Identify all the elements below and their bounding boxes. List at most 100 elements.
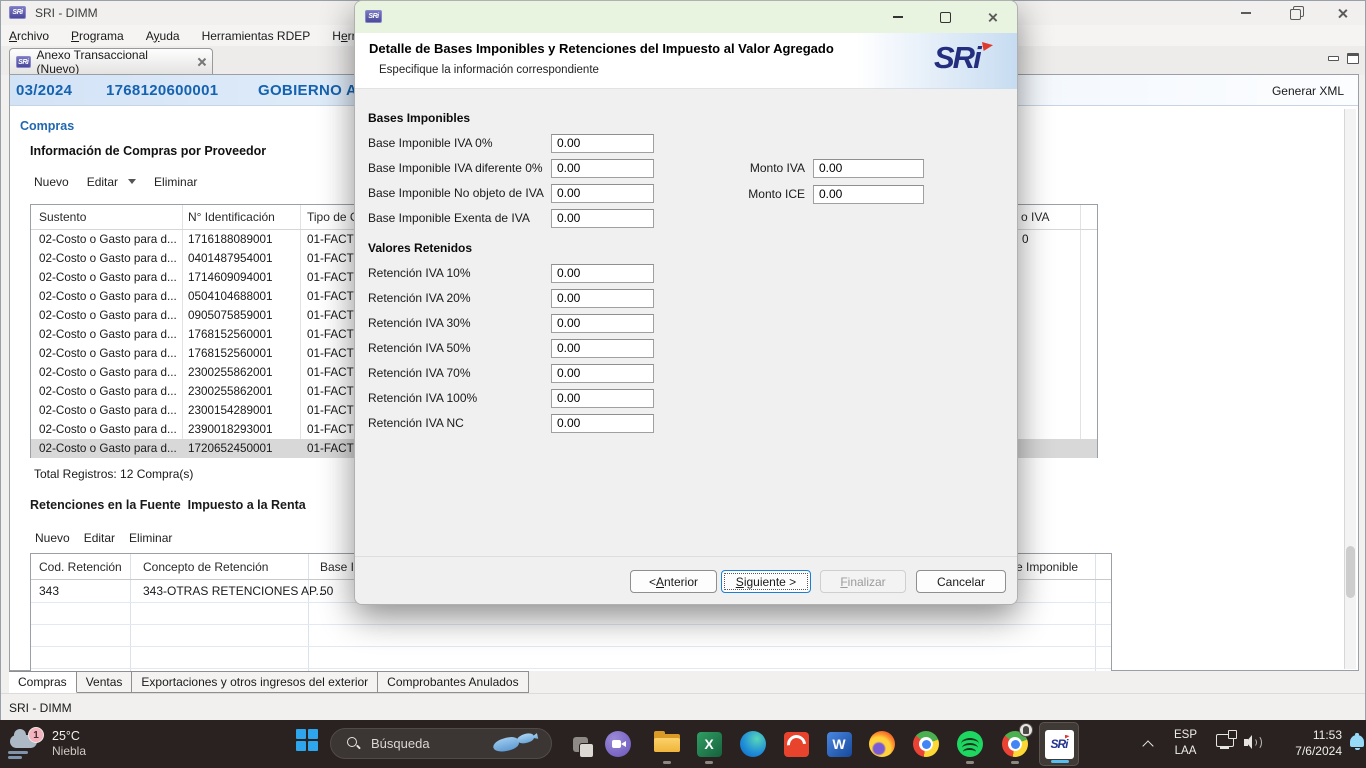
edge-button[interactable] <box>733 722 773 766</box>
edge-icon <box>740 731 766 757</box>
compras-section-title: Información de Compras por Proveedor <box>30 144 266 158</box>
field-input[interactable] <box>551 364 654 383</box>
column-header[interactable]: N° Identificación <box>188 210 275 224</box>
form-row: Base Imponible No objeto de IVA <box>368 183 654 203</box>
finalizar-button: Finalizar <box>820 570 906 593</box>
menu-item[interactable]: Herramientas RDEP <box>202 29 311 43</box>
column-header[interactable]: Cod. Retención <box>39 560 122 574</box>
field-label: Retención IVA 100% <box>368 391 551 405</box>
chat-app-button[interactable] <box>598 722 638 766</box>
profile-badge-icon <box>1019 723 1033 737</box>
running-indicator <box>966 761 974 764</box>
tab-close-icon[interactable] <box>196 57 206 67</box>
field-input[interactable] <box>551 209 654 228</box>
column-header[interactable]: Concepto de Retención <box>143 560 268 574</box>
column-header[interactable]: Sustento <box>39 210 86 224</box>
nuevo-button[interactable]: Nuevo <box>34 175 69 189</box>
column-header[interactable]: Tipo de C <box>307 210 359 224</box>
anterior-button[interactable]: < Anterior <box>630 570 717 593</box>
minimize-icon <box>1241 12 1251 14</box>
field-input[interactable] <box>551 414 654 433</box>
dialog-header: Detalle de Bases Imponibles y Retencione… <box>355 33 1017 89</box>
language-indicator[interactable]: ESP LAA <box>1174 727 1197 759</box>
eliminar-button[interactable]: Eliminar <box>154 175 197 189</box>
menu-item[interactable]: Archivo <box>9 29 49 43</box>
field-input[interactable] <box>551 134 654 153</box>
start-button[interactable] <box>296 729 318 751</box>
page-tab[interactable]: Compras <box>9 671 77 693</box>
editar-button[interactable]: Editar <box>87 175 118 189</box>
field-input[interactable] <box>551 314 654 333</box>
page-tab[interactable]: Ventas <box>77 671 133 693</box>
window-minimize-button[interactable] <box>1231 1 1261 25</box>
page-tab[interactable]: Comprobantes Anulados <box>378 671 528 693</box>
column-header[interactable]: e Imponible <box>1016 560 1078 574</box>
field-label: Base Imponible IVA 0% <box>368 136 551 150</box>
dialog-minimize-button[interactable] <box>875 1 921 33</box>
chrome-button[interactable] <box>906 722 946 766</box>
retenciones-section-title: Retenciones en la Fuente Impuesto a la R… <box>30 498 306 512</box>
eliminar-button[interactable]: Eliminar <box>129 531 172 545</box>
view-minimize-icon[interactable] <box>1328 56 1339 61</box>
active-app-indicator <box>1051 760 1069 763</box>
editar-dropdown-icon[interactable] <box>128 179 136 188</box>
menu-item[interactable]: Ayuda <box>146 29 180 43</box>
dialog-titlebar: SRi <box>355 1 1017 33</box>
condition-label: Niebla <box>52 744 86 759</box>
firefox-button[interactable] <box>862 722 902 766</box>
chrome-profile-button[interactable] <box>995 722 1035 766</box>
search-box[interactable]: Búsqueda <box>330 728 552 759</box>
field-input[interactable] <box>551 289 654 308</box>
file-explorer-button[interactable] <box>647 722 687 766</box>
dialog-close-button[interactable] <box>969 1 1015 33</box>
dialog-maximize-button[interactable] <box>922 1 968 33</box>
file-explorer-icon <box>654 734 680 754</box>
field-input[interactable] <box>551 159 654 178</box>
clock-widget[interactable]: 11:53 7/6/2024 <box>1286 727 1342 759</box>
menu-item[interactable]: Programa <box>71 29 124 43</box>
form-row: Retención IVA 50% <box>368 338 654 358</box>
fog-weather-icon: 1 <box>8 727 44 761</box>
pdf-reader-button[interactable] <box>776 722 816 766</box>
cancelar-button[interactable]: Cancelar <box>916 570 1006 593</box>
language-line2: LAA <box>1174 743 1197 759</box>
vertical-scrollbar[interactable] <box>1344 109 1356 669</box>
weather-widget[interactable]: 1 25°C Niebla <box>8 724 168 764</box>
maximize-icon <box>940 12 951 23</box>
page-tab[interactable]: Exportaciones y otros ingresos del exter… <box>132 671 378 693</box>
sri-dimm-icon: SRi <box>1045 730 1074 759</box>
excel-icon <box>697 732 722 757</box>
column-header[interactable]: o IVA <box>1021 210 1049 224</box>
siguiente-button[interactable]: Siguiente > <box>721 570 811 593</box>
window-restore-button[interactable] <box>1279 1 1309 25</box>
field-label: Retención IVA 50% <box>368 341 551 355</box>
field-input[interactable] <box>551 264 654 283</box>
generar-xml-button[interactable]: Generar XML <box>1272 84 1344 98</box>
view-maximize-icon[interactable] <box>1347 53 1359 64</box>
excel-button[interactable] <box>689 722 729 766</box>
form-row: Retención IVA 100% <box>368 388 654 408</box>
word-button[interactable] <box>819 722 859 766</box>
firefox-icon <box>869 731 895 757</box>
sri-dimm-taskbar-button[interactable]: SRi <box>1039 722 1079 766</box>
field-input[interactable] <box>551 389 654 408</box>
tab-anexo-transaccional[interactable]: SRi Anexo Transaccional (Nuevo) <box>9 48 213 75</box>
task-view-button[interactable] <box>560 722 600 766</box>
field-input[interactable] <box>813 185 924 204</box>
ruc-label: 1768120600001 <box>106 82 218 99</box>
field-input[interactable] <box>551 184 654 203</box>
field-label: Base Imponible Exenta de IVA <box>368 211 551 225</box>
spotify-button[interactable] <box>950 722 990 766</box>
field-input[interactable] <box>551 339 654 358</box>
editar-button[interactable]: Editar <box>84 531 115 545</box>
chat-icon <box>605 731 631 757</box>
network-icon[interactable] <box>1216 734 1234 747</box>
window-close-button[interactable] <box>1327 1 1357 25</box>
notifications-bell-icon[interactable] <box>1350 735 1364 747</box>
task-view-icon <box>573 737 588 752</box>
field-input[interactable] <box>813 159 924 178</box>
tray-chevron-up-icon[interactable] <box>1142 740 1153 751</box>
scrollbar-thumb[interactable] <box>1346 546 1355 598</box>
nuevo-button[interactable]: Nuevo <box>35 531 70 545</box>
speaker-icon[interactable] <box>1244 735 1262 750</box>
